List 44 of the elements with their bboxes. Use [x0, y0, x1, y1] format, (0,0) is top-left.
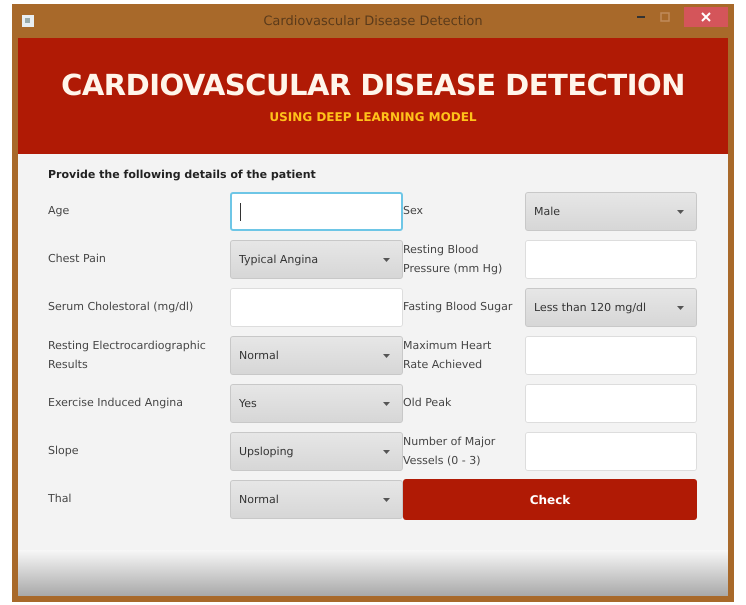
- app-title: CARDIOVASCULAR DISEASE DETECTION: [61, 68, 685, 102]
- caret-icon: [383, 402, 390, 406]
- field-label: Exercise Induced Angina: [48, 395, 184, 412]
- app-subtitle: USING DEEP LEARNING MODEL: [269, 110, 477, 124]
- close-icon: [701, 12, 711, 22]
- field-label: Serum Cholestoral (mg/dl): [48, 299, 194, 316]
- caret-icon: [383, 258, 390, 262]
- field-label: Maximum Heart Rate Achieved: [403, 338, 492, 372]
- text-cursor: [240, 202, 241, 220]
- field-label: Number of Major Vessels (0 - 3): [403, 434, 496, 468]
- input-field[interactable]: [525, 384, 697, 423]
- caret-icon: [383, 354, 390, 358]
- close-button[interactable]: [684, 7, 728, 27]
- dropdown[interactable]: Normal: [230, 336, 403, 375]
- check-button[interactable]: Check: [403, 479, 697, 520]
- field-label: Resting Blood Pressure (mm Hg): [403, 242, 504, 276]
- input-field[interactable]: [230, 288, 403, 327]
- caret-icon: [383, 450, 390, 454]
- dropdown[interactable]: Less than 120 mg/dl: [525, 288, 697, 327]
- input-field[interactable]: [525, 336, 697, 375]
- field-label: Chest Pain: [48, 251, 107, 268]
- field-label: Resting Electrocardiographic Results: [48, 338, 207, 372]
- caret-icon: [383, 498, 390, 502]
- input-field[interactable]: [525, 240, 697, 279]
- caret-icon: [677, 210, 684, 214]
- instruction-text: Provide the following details of the patient: [48, 168, 317, 181]
- dropdown[interactable]: Upsloping: [230, 432, 403, 471]
- dropdown[interactable]: Typical Angina: [230, 240, 403, 279]
- dropdown[interactable]: Normal: [230, 480, 403, 519]
- maximize-icon[interactable]: [660, 12, 670, 22]
- field-label: Thal: [48, 491, 72, 508]
- dropdown[interactable]: Male: [525, 192, 697, 231]
- input-field[interactable]: [525, 432, 697, 471]
- window-title: Cardiovascular Disease Detection: [263, 14, 483, 28]
- app-icon: [22, 15, 34, 27]
- caret-icon: [677, 306, 684, 310]
- minimize-icon[interactable]: [636, 15, 646, 19]
- field-label: Sex: [403, 203, 424, 220]
- field-label: Fasting Blood Sugar: [403, 299, 514, 316]
- field-label: Age: [48, 203, 70, 220]
- field-label: Old Peak: [403, 395, 452, 412]
- input-field[interactable]: [230, 192, 403, 231]
- dropdown[interactable]: Yes: [230, 384, 403, 423]
- field-label: Slope: [48, 443, 80, 460]
